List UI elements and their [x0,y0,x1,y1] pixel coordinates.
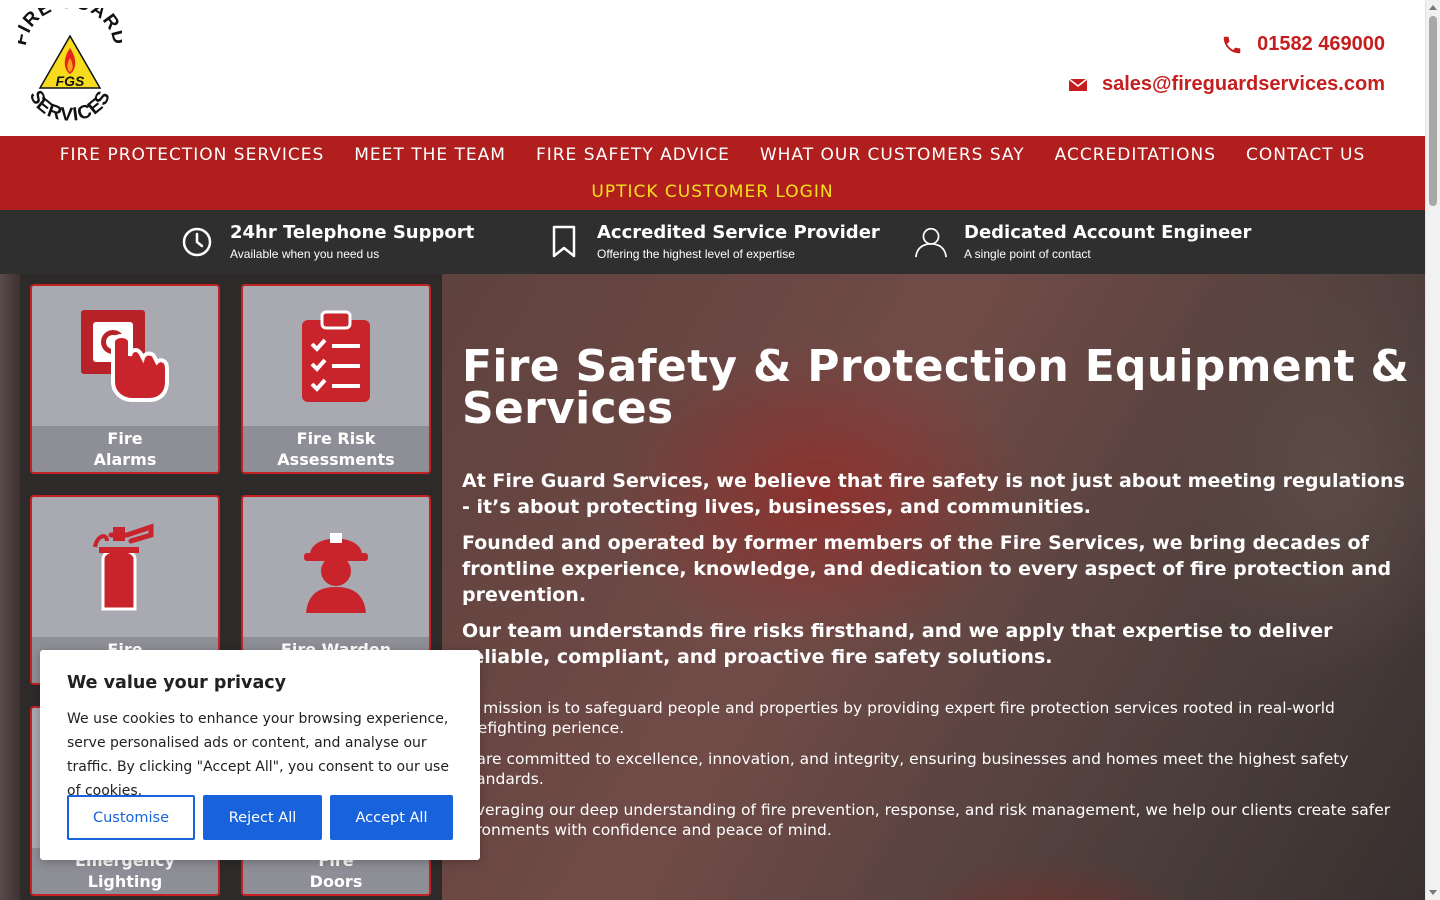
envelope-icon [1068,77,1088,93]
hero-text-block: Fire Safety & Protection Equipment & Ser… [462,341,1412,670]
nav-accreditations[interactable]: ACCREDITATIONS [1040,144,1231,166]
clock-icon [180,225,214,259]
scroll-up-arrow-icon[interactable] [1429,5,1437,10]
feature-title: Dedicated Account Engineer [964,222,1252,243]
feature-telephone-support: 24hr Telephone Support Available when yo… [180,210,474,274]
feature-title: 24hr Telephone Support [230,222,475,243]
hero-intro-paragraph: At Fire Guard Services, we believe that … [462,470,1405,518]
feature-account-engineer: Dedicated Account Engineer A single poin… [914,210,1251,274]
tile-fire-alarms[interactable]: Fire Alarms [30,284,220,474]
feature-subtitle: Offering the highest level of expertise [597,247,795,261]
scroll-down-arrow-icon[interactable] [1429,890,1437,895]
user-icon [914,225,948,259]
scrollbar-thumb[interactable] [1429,16,1437,206]
customise-button[interactable]: Customise [67,795,195,840]
cookie-title: We value your privacy [67,673,287,693]
features-bar: 24hr Telephone Support Available when yo… [0,210,1425,274]
bookmark-icon [547,225,581,259]
phone-icon [1221,34,1243,56]
svg-text:FGS: FGS [56,73,85,89]
hero-mission-paragraph: leveraging our deep understanding of fir… [462,801,1391,839]
fire-guard-logo[interactable]: FIRE GUARD FGS SERVICES [18,8,122,130]
feature-accredited-provider: Accredited Service Provider Offering the… [547,210,880,274]
hero-intro-paragraph: Founded and operated by former members o… [462,532,1392,606]
tile-label: Fire Risk Assessments [243,426,429,472]
hero-mission-paragraph: ur mission is to safeguard people and pr… [462,699,1335,737]
firefighter-icon [243,497,429,637]
svg-text:SERVICES: SERVICES [25,87,115,125]
hero-left-strip [0,274,20,900]
phone-number[interactable]: 01582 469000 [1257,33,1385,56]
feature-subtitle: A single point of contact [964,247,1091,261]
page-scrollbar[interactable] [1425,0,1440,900]
main-navigation: FIRE PROTECTION SERVICES MEET THE TEAM F… [0,136,1425,210]
nav-meet-the-team[interactable]: MEET THE TEAM [339,144,521,166]
email-address[interactable]: sales@fireguardservices.com [1102,73,1385,96]
site-header: FIRE GUARD FGS SERVICES 01582 469000 sal… [0,0,1425,136]
accept-all-button[interactable]: Accept All [330,795,453,840]
tile-label: Fire Alarms [32,426,218,472]
nav-fire-protection-services[interactable]: FIRE PROTECTION SERVICES [45,144,340,166]
hero-intro-paragraph: Our team understands fire risks firsthan… [462,620,1333,668]
cookie-consent-dialog: We value your privacy We use cookies to … [40,650,480,860]
hero-title: Fire Safety & Protection Equipment & Ser… [462,341,1410,434]
feature-title: Accredited Service Provider [597,222,880,243]
fire-extinguisher-icon [32,497,218,637]
phone-link[interactable]: 01582 469000 [1221,33,1385,56]
nav-uptick-customer-login[interactable]: UPTICK CUSTOMER LOGIN [591,182,833,202]
email-link[interactable]: sales@fireguardservices.com [1068,73,1385,96]
cookie-message: We use cookies to enhance your browsing … [67,711,449,799]
reject-all-button[interactable]: Reject All [203,795,322,840]
hero-mission-paragraph: e are committed to excellence, innovatio… [462,750,1349,788]
nav-contact-us[interactable]: CONTACT US [1231,144,1380,166]
tile-fire-risk-assessments[interactable]: Fire Risk Assessments [241,284,431,474]
nav-fire-safety-advice[interactable]: FIRE SAFETY ADVICE [521,144,745,166]
nav-customer-testimonials[interactable]: WHAT OUR CUSTOMERS SAY [745,144,1040,166]
alarm-button-icon [32,286,218,426]
feature-subtitle: Available when you need us [230,247,380,261]
hero-mission-block: ur mission is to safeguard people and pr… [462,698,1412,851]
clipboard-checklist-icon [243,286,429,426]
